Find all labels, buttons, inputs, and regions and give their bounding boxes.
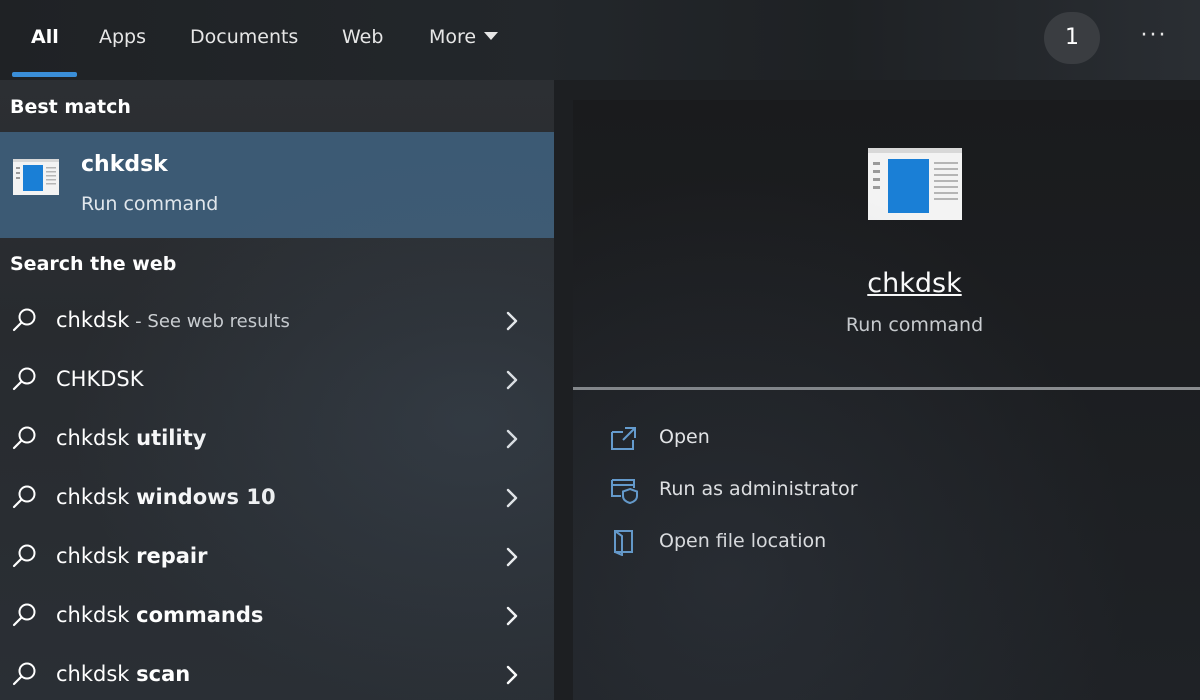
action-run-as-admin-label: Run as administrator [659, 478, 858, 500]
suggestion-bold: commands [136, 603, 264, 627]
chevron-right-icon [506, 606, 518, 626]
web-suggestion-item[interactable]: chkdsk commands [0, 589, 554, 645]
search-icon [12, 603, 36, 627]
tab-more[interactable]: More [429, 22, 499, 52]
search-web-header: Search the web [10, 253, 177, 275]
best-match-item[interactable]: chkdsk Run command [0, 132, 554, 238]
detail-divider [573, 387, 1200, 390]
run-command-icon [13, 159, 59, 195]
suggestion-prefix: chkdsk [56, 485, 137, 509]
suggestion-prefix: chkdsk [56, 308, 130, 332]
web-suggestion-item[interactable]: CHKDSK [0, 353, 554, 409]
tab-apps[interactable]: Apps [99, 22, 146, 52]
tab-more-label: More [429, 26, 477, 48]
detail-subtitle: Run command [845, 314, 984, 336]
detail-pane: chkdsk Run command Open Run as administr… [573, 100, 1200, 700]
chevron-right-icon [506, 429, 518, 449]
chevron-right-icon [506, 488, 518, 508]
action-open-file-location-label: Open file location [659, 530, 827, 552]
search-icon [12, 426, 36, 450]
web-suggestion-text: chkdsk utility [56, 426, 206, 450]
active-tab-indicator [12, 72, 77, 77]
admin-shield-icon [611, 479, 638, 504]
folder-location-icon [614, 530, 633, 556]
search-icon [12, 662, 36, 686]
web-suggestion-text: chkdsk - See web results [56, 308, 290, 332]
web-suggestion-item[interactable]: chkdsk repair [0, 530, 554, 586]
web-suggestion-item[interactable]: chkdsk windows 10 [0, 471, 554, 527]
suggestion-bold: scan [136, 662, 191, 686]
chevron-right-icon [506, 370, 518, 390]
ellipsis-icon[interactable]: ··· [1132, 18, 1176, 54]
best-match-header: Best match [10, 96, 131, 118]
suggestion-prefix: CHKDSK [56, 367, 144, 391]
web-suggestion-text: chkdsk windows 10 [56, 485, 276, 509]
run-command-large-icon [868, 148, 962, 220]
search-filter-bar: All Apps Documents Web More 1 ··· [0, 0, 1200, 80]
suggestion-bold: windows 10 [136, 485, 276, 509]
web-suggestion-item[interactable]: chkdsk scan [0, 648, 554, 700]
rewards-badge[interactable]: 1 [1044, 12, 1100, 64]
tab-documents[interactable]: Documents [190, 22, 298, 52]
web-suggestion-text: chkdsk scan [56, 662, 190, 686]
search-icon [12, 367, 36, 391]
search-icon [12, 544, 36, 568]
search-icon [12, 308, 36, 332]
suggestion-hint: - See web results [129, 311, 290, 332]
web-suggestion-item[interactable]: chkdsk utility [0, 412, 554, 468]
suggestion-prefix: chkdsk [56, 603, 137, 627]
suggestion-prefix: chkdsk [56, 426, 137, 450]
web-suggestion-text: CHKDSK [56, 367, 144, 391]
chevron-right-icon [506, 547, 518, 567]
results-list: Best match chkdsk Run command Search the… [0, 80, 554, 700]
tab-all[interactable]: All [31, 22, 59, 52]
suggestion-prefix: chkdsk [56, 662, 137, 686]
chevron-down-icon [484, 31, 499, 40]
web-suggestion-text: chkdsk repair [56, 544, 207, 568]
suggestion-prefix: chkdsk [56, 544, 137, 568]
best-match-title: chkdsk [81, 152, 168, 177]
web-suggestion-text: chkdsk commands [56, 603, 263, 627]
chevron-right-icon [506, 665, 518, 685]
detail-title-link[interactable]: chkdsk [573, 268, 1200, 299]
web-suggestion-item[interactable]: chkdsk - See web results [0, 294, 554, 350]
action-open-label: Open [659, 426, 710, 448]
suggestion-bold: utility [136, 426, 207, 450]
tab-web[interactable]: Web [342, 22, 383, 52]
search-icon [12, 485, 36, 509]
suggestion-bold: repair [136, 544, 208, 568]
best-match-subtitle: Run command [81, 193, 219, 215]
chevron-right-icon [506, 311, 518, 331]
open-icon [611, 427, 636, 450]
